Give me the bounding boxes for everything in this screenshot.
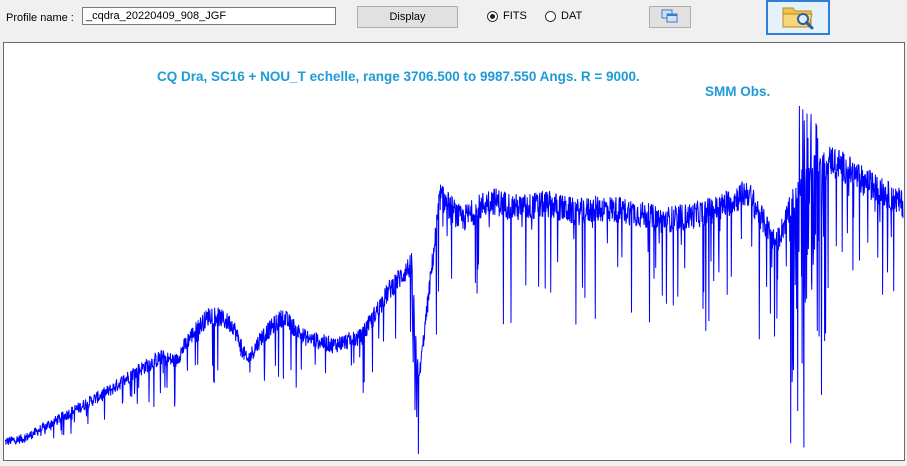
display-button-label: Display: [389, 11, 426, 23]
dat-radio[interactable]: DAT: [545, 10, 582, 22]
profile-name-input[interactable]: _cqdra_20220409_908_JGF: [82, 7, 336, 25]
copy-windows-icon: [661, 9, 679, 26]
observatory-label: SMM Obs.: [705, 84, 771, 99]
profile-name-label: Profile name :: [6, 12, 74, 24]
dat-radio-label: DAT: [561, 10, 583, 22]
display-button[interactable]: Display: [357, 6, 458, 28]
dat-radio-dot[interactable]: [545, 10, 556, 22]
spectrum-line: [4, 105, 904, 455]
plot-title-row: CQ Dra, SC16 + NOU_T echelle, range 3706…: [4, 54, 904, 114]
fits-radio-label: FITS: [503, 10, 527, 22]
folder-magnifier-icon: [781, 2, 815, 33]
copy-button[interactable]: [649, 6, 691, 28]
fits-radio-dot[interactable]: [487, 10, 498, 22]
open-file-button[interactable]: [766, 0, 830, 35]
fits-radio[interactable]: FITS: [487, 10, 527, 22]
spectrum-plot: CQ Dra, SC16 + NOU_T echelle, range 3706…: [3, 42, 905, 461]
chart-title: CQ Dra, SC16 + NOU_T echelle, range 3706…: [157, 69, 640, 84]
